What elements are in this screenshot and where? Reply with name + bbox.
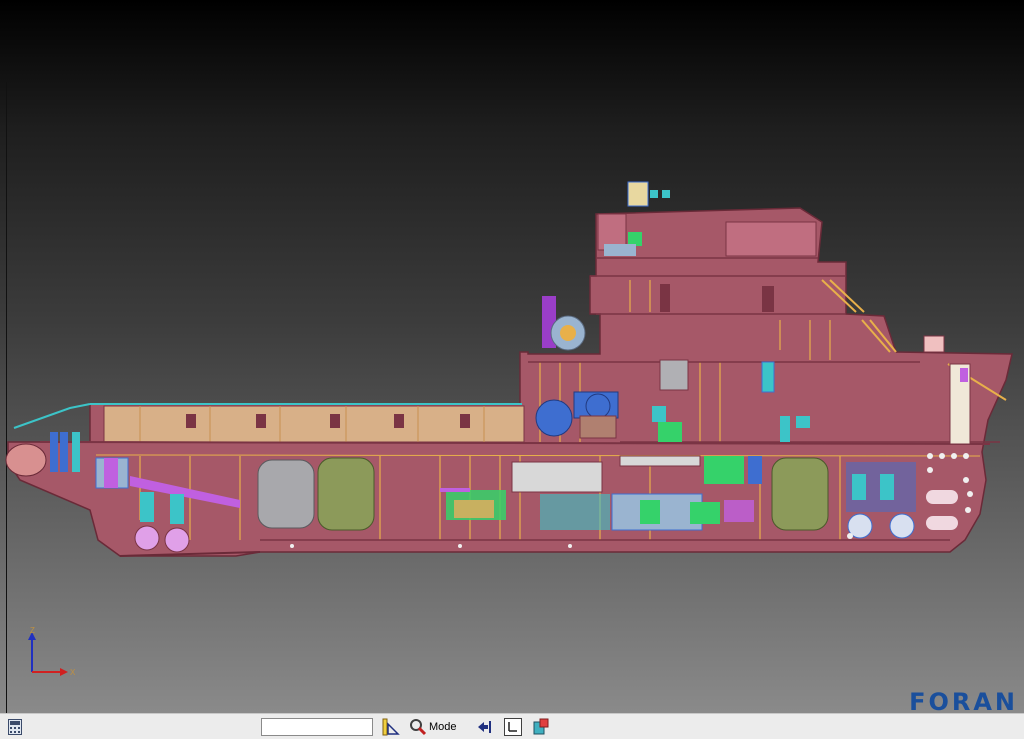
calculator-button[interactable] <box>6 717 24 737</box>
mast-equipment <box>627 181 649 207</box>
axis-triad: Z X <box>28 626 76 677</box>
mode-label: Mode <box>429 721 457 733</box>
text-tool-button[interactable] <box>503 717 523 737</box>
mode-button[interactable]: Mode <box>409 717 461 737</box>
brand-logo: FORAN <box>909 688 1018 713</box>
3d-viewport[interactable]: Z X FORAN <box>0 0 1024 713</box>
command-input[interactable] <box>261 718 373 736</box>
bulbous-bow <box>5 443 47 477</box>
bow-rail <box>13 403 91 429</box>
anchor-winch <box>535 399 573 437</box>
axis-x-label: X <box>70 668 76 677</box>
origin-arrows-icon <box>478 721 491 733</box>
model-tool-button[interactable] <box>531 717 551 737</box>
ship-model-view[interactable] <box>0 0 1024 713</box>
snap-ruler-icon <box>382 718 400 736</box>
model-tool-icon <box>533 718 549 735</box>
axis-z-label: Z <box>30 626 35 635</box>
calculator-icon <box>8 719 22 735</box>
origin-button[interactable] <box>475 717 495 737</box>
text-tool-icon <box>504 718 522 736</box>
mode-wrench-icon <box>410 719 427 736</box>
snap-ruler-button[interactable] <box>381 717 401 737</box>
status-bar: Mode <box>0 713 1024 739</box>
